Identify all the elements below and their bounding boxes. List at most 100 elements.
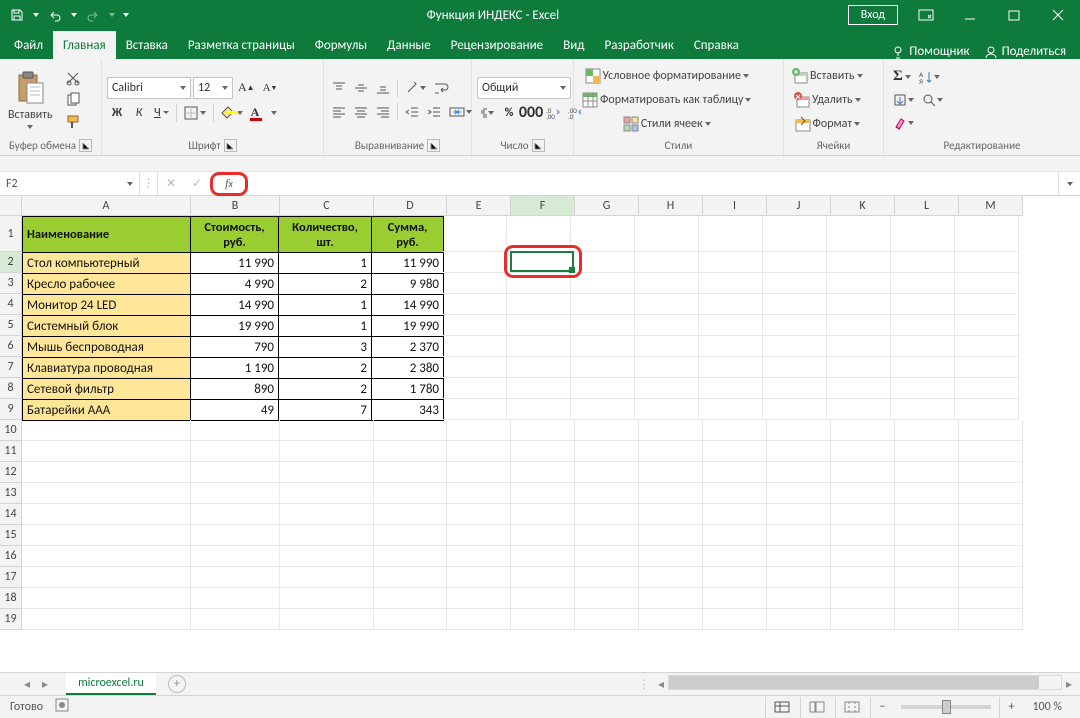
cell[interactable] <box>831 462 895 483</box>
cell[interactable] <box>575 567 639 588</box>
format-painter-icon[interactable] <box>62 112 84 132</box>
cell[interactable] <box>703 504 767 525</box>
cell[interactable] <box>831 546 895 567</box>
launcher-icon[interactable] <box>224 139 237 152</box>
cell[interactable]: Количество, шт. <box>278 216 372 253</box>
cell[interactable] <box>639 462 703 483</box>
cell[interactable] <box>507 399 571 420</box>
cell[interactable] <box>831 504 895 525</box>
cell[interactable]: 2 370 <box>371 336 444 358</box>
page-break-view-icon[interactable] <box>835 697 868 718</box>
cell[interactable] <box>374 609 447 630</box>
normal-view-icon[interactable] <box>765 697 798 718</box>
cell[interactable] <box>374 483 447 504</box>
active-cell[interactable] <box>510 251 574 272</box>
col-header-C[interactable]: C <box>280 196 374 216</box>
cell[interactable] <box>443 315 507 336</box>
increase-font-icon[interactable]: A▲ <box>235 78 258 98</box>
cell[interactable] <box>374 546 447 567</box>
cell[interactable] <box>191 588 280 609</box>
cell[interactable] <box>891 273 955 294</box>
row-header-8[interactable]: 8 <box>0 378 22 399</box>
row-header-12[interactable]: 12 <box>0 462 22 483</box>
cell[interactable] <box>827 315 891 336</box>
row-header-4[interactable]: 4 <box>0 294 22 315</box>
cell[interactable] <box>575 420 639 441</box>
cell[interactable] <box>511 483 575 504</box>
zoom-out-button[interactable]: − <box>870 697 893 718</box>
cell[interactable] <box>959 462 1023 483</box>
align-center-icon[interactable] <box>351 102 371 122</box>
fill-icon[interactable] <box>890 90 917 110</box>
cell[interactable] <box>374 588 447 609</box>
cell[interactable] <box>374 504 447 525</box>
select-all-corner[interactable] <box>0 196 22 216</box>
cell[interactable] <box>571 399 635 420</box>
cell[interactable] <box>22 462 191 483</box>
cell[interactable] <box>763 399 827 420</box>
col-header-H[interactable]: H <box>639 196 703 216</box>
expand-formula-bar-icon[interactable] <box>1058 172 1080 195</box>
cell[interactable] <box>575 609 639 630</box>
cell[interactable] <box>511 609 575 630</box>
cell[interactable] <box>763 294 827 315</box>
merge-icon[interactable] <box>446 102 475 122</box>
cell[interactable] <box>767 504 831 525</box>
tell-me-button[interactable]: Помощник <box>891 44 969 59</box>
cell[interactable] <box>959 441 1023 462</box>
comma-icon[interactable]: 000 <box>521 103 541 123</box>
cell[interactable] <box>22 504 191 525</box>
row-header-1[interactable]: 1 <box>0 216 22 252</box>
cell[interactable] <box>22 483 191 504</box>
cell[interactable] <box>955 378 1019 399</box>
cell[interactable] <box>447 546 511 567</box>
cell[interactable]: 11 990 <box>371 252 444 274</box>
cell[interactable] <box>891 315 955 336</box>
delete-cells-button[interactable]: Удалить <box>789 89 866 111</box>
cell[interactable] <box>280 462 374 483</box>
cell[interactable] <box>639 420 703 441</box>
find-select-icon[interactable] <box>919 90 946 110</box>
cell[interactable] <box>507 378 571 399</box>
cell[interactable] <box>571 315 635 336</box>
launcher-icon[interactable] <box>79 139 92 152</box>
cell[interactable] <box>959 420 1023 441</box>
col-header-M[interactable]: M <box>959 196 1023 216</box>
tab-разметка страницы[interactable]: Разметка страницы <box>178 31 305 59</box>
cell[interactable] <box>699 357 763 378</box>
cell[interactable]: 1 190 <box>190 357 279 379</box>
page-layout-view-icon[interactable] <box>800 697 833 718</box>
cell[interactable] <box>639 525 703 546</box>
cell[interactable] <box>191 504 280 525</box>
zoom-percent[interactable]: 100 % <box>1024 697 1070 718</box>
cell[interactable] <box>895 546 959 567</box>
cell[interactable] <box>895 420 959 441</box>
cell[interactable] <box>767 420 831 441</box>
cell[interactable] <box>447 462 511 483</box>
cell[interactable] <box>507 315 571 336</box>
cell[interactable] <box>959 609 1023 630</box>
cell[interactable] <box>639 483 703 504</box>
wrap-text-icon[interactable] <box>431 78 453 98</box>
cell[interactable] <box>575 441 639 462</box>
cell[interactable] <box>831 420 895 441</box>
cell[interactable] <box>374 420 447 441</box>
cell[interactable]: Клавиатура проводная <box>22 357 191 379</box>
col-header-J[interactable]: J <box>767 196 831 216</box>
cell[interactable]: 19 990 <box>371 315 444 337</box>
cell[interactable] <box>191 609 280 630</box>
cell[interactable] <box>447 588 511 609</box>
cell[interactable] <box>511 567 575 588</box>
cell[interactable] <box>955 252 1019 273</box>
cell[interactable]: 343 <box>371 399 444 421</box>
cell[interactable] <box>895 588 959 609</box>
cell[interactable]: 14 990 <box>190 294 279 316</box>
cell[interactable] <box>763 378 827 399</box>
row-header-3[interactable]: 3 <box>0 273 22 294</box>
align-bottom-icon[interactable] <box>373 78 393 98</box>
clear-icon[interactable] <box>890 113 917 133</box>
cell[interactable] <box>895 609 959 630</box>
close-icon[interactable] <box>1036 0 1080 30</box>
decrease-indent-icon[interactable] <box>402 102 422 122</box>
cell[interactable] <box>447 609 511 630</box>
